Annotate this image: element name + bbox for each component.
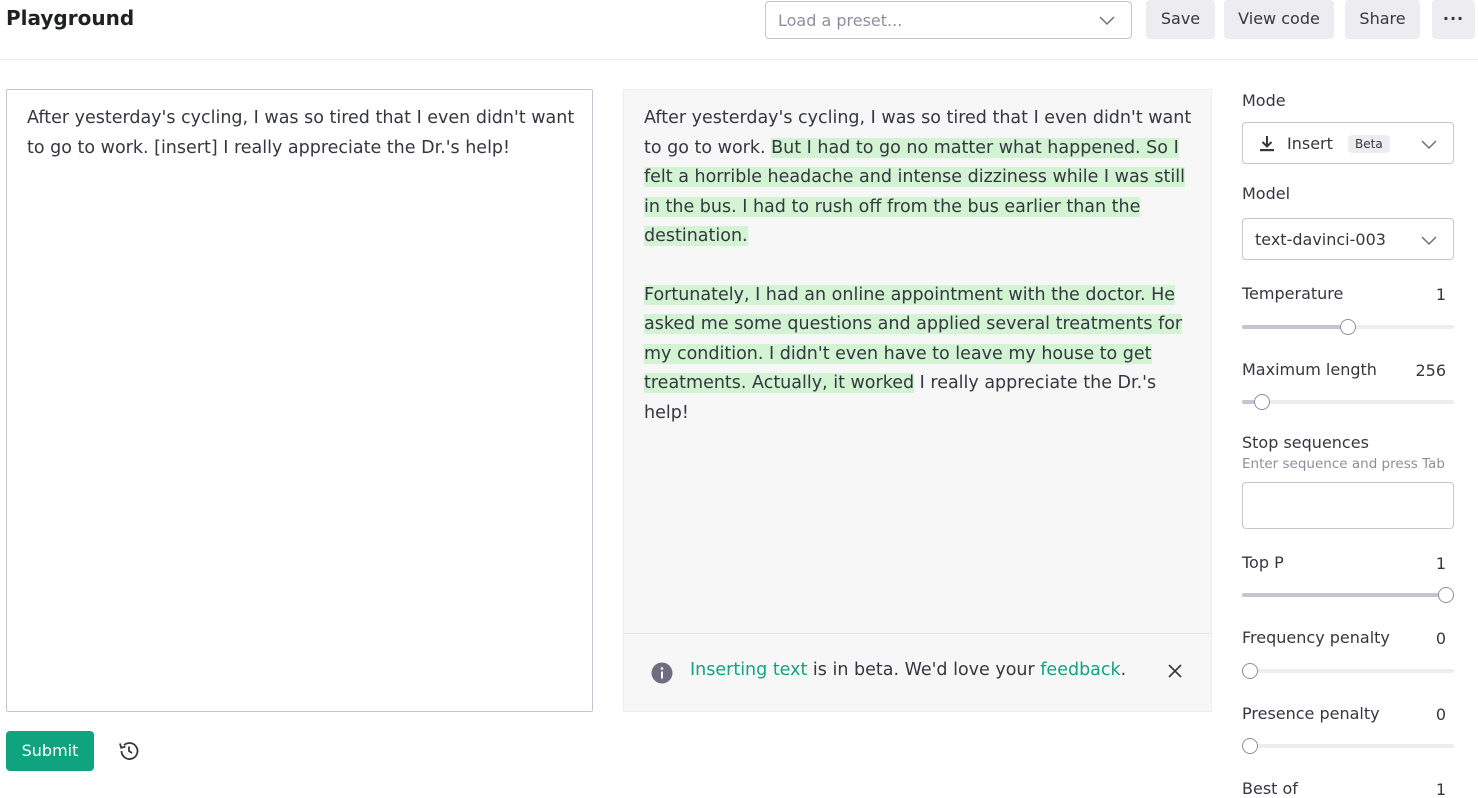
submit-button[interactable]: Submit <box>6 731 94 771</box>
view-code-button[interactable]: View code <box>1224 0 1334 39</box>
slider-thumb[interactable] <box>1438 587 1454 603</box>
preset-select[interactable]: Load a preset... <box>765 1 1132 39</box>
temperature-label: Temperature <box>1242 284 1344 303</box>
frequency-penalty-value[interactable]: 0 <box>1386 629 1446 648</box>
prompt-editor[interactable]: After yesterday's cycling, I was so tire… <box>6 89 593 712</box>
max-length-slider[interactable] <box>1242 394 1454 410</box>
model-value: text-davinci-003 <box>1255 230 1386 249</box>
stop-sequences-hint: Enter sequence and press Tab <box>1242 456 1445 472</box>
chevron-down-icon <box>1421 236 1437 246</box>
presence-penalty-value[interactable]: 0 <box>1386 705 1446 724</box>
max-length-value[interactable]: 256 <box>1386 361 1446 380</box>
chevron-down-icon <box>1099 16 1115 26</box>
frequency-penalty-slider[interactable] <box>1242 663 1454 679</box>
beta-message-end: . <box>1120 660 1127 680</box>
slider-thumb[interactable] <box>1242 663 1258 679</box>
mode-value: Insert <box>1287 134 1333 153</box>
model-select[interactable]: text-davinci-003 <box>1242 218 1454 260</box>
output-paragraph: Fortunately, I had an online appointment… <box>644 281 1194 429</box>
slider-thumb[interactable] <box>1253 394 1270 410</box>
slider-thumb[interactable] <box>1340 319 1356 335</box>
best-of-value[interactable]: 1 <box>1386 780 1446 798</box>
model-label: Model <box>1242 184 1291 203</box>
insert-icon <box>1260 136 1274 152</box>
history-icon[interactable] <box>117 739 141 763</box>
top-p-value[interactable]: 1 <box>1386 554 1446 573</box>
feedback-link[interactable]: feedback <box>1040 660 1120 680</box>
slider-thumb[interactable] <box>1242 738 1258 754</box>
info-icon <box>651 662 673 684</box>
beta-message-text: is in beta. We'd love your <box>807 660 1041 680</box>
output-text: After yesterday's cycling, I was so tire… <box>644 104 1194 428</box>
output-panel: After yesterday's cycling, I was so tire… <box>623 89 1212 712</box>
top-p-slider[interactable] <box>1242 587 1454 603</box>
top-p-label: Top P <box>1242 553 1284 572</box>
temperature-slider[interactable] <box>1242 319 1454 335</box>
temperature-value[interactable]: 1 <box>1386 285 1446 304</box>
save-button[interactable]: Save <box>1146 0 1215 39</box>
top-bar: Playground Load a preset... Save View co… <box>0 0 1478 60</box>
presence-penalty-slider[interactable] <box>1242 738 1454 754</box>
more-options-button[interactable]: ··· <box>1432 0 1475 39</box>
max-length-label: Maximum length <box>1242 360 1377 379</box>
beta-banner: Inserting text is in beta. We'd love you… <box>624 633 1211 711</box>
page-title: Playground <box>6 6 135 30</box>
stop-sequences-label: Stop sequences <box>1242 433 1369 452</box>
prompt-text[interactable]: After yesterday's cycling, I was so tire… <box>27 104 577 163</box>
inserting-text-link[interactable]: Inserting text <box>690 660 807 680</box>
mode-label: Mode <box>1242 91 1286 110</box>
beta-message: Inserting text is in beta. We'd love you… <box>690 660 1126 680</box>
close-icon[interactable] <box>1167 663 1183 679</box>
share-button[interactable]: Share <box>1345 0 1420 39</box>
output-paragraph: After yesterday's cycling, I was so tire… <box>644 104 1194 252</box>
best-of-label: Best of <box>1242 779 1298 798</box>
preset-placeholder: Load a preset... <box>778 11 903 30</box>
presence-penalty-label: Presence penalty <box>1242 704 1380 723</box>
stop-sequences-input[interactable] <box>1242 482 1454 529</box>
chevron-down-icon <box>1421 140 1437 150</box>
beta-badge: Beta <box>1348 135 1390 153</box>
frequency-penalty-label: Frequency penalty <box>1242 628 1390 647</box>
mode-select[interactable]: Insert Beta <box>1242 122 1454 164</box>
